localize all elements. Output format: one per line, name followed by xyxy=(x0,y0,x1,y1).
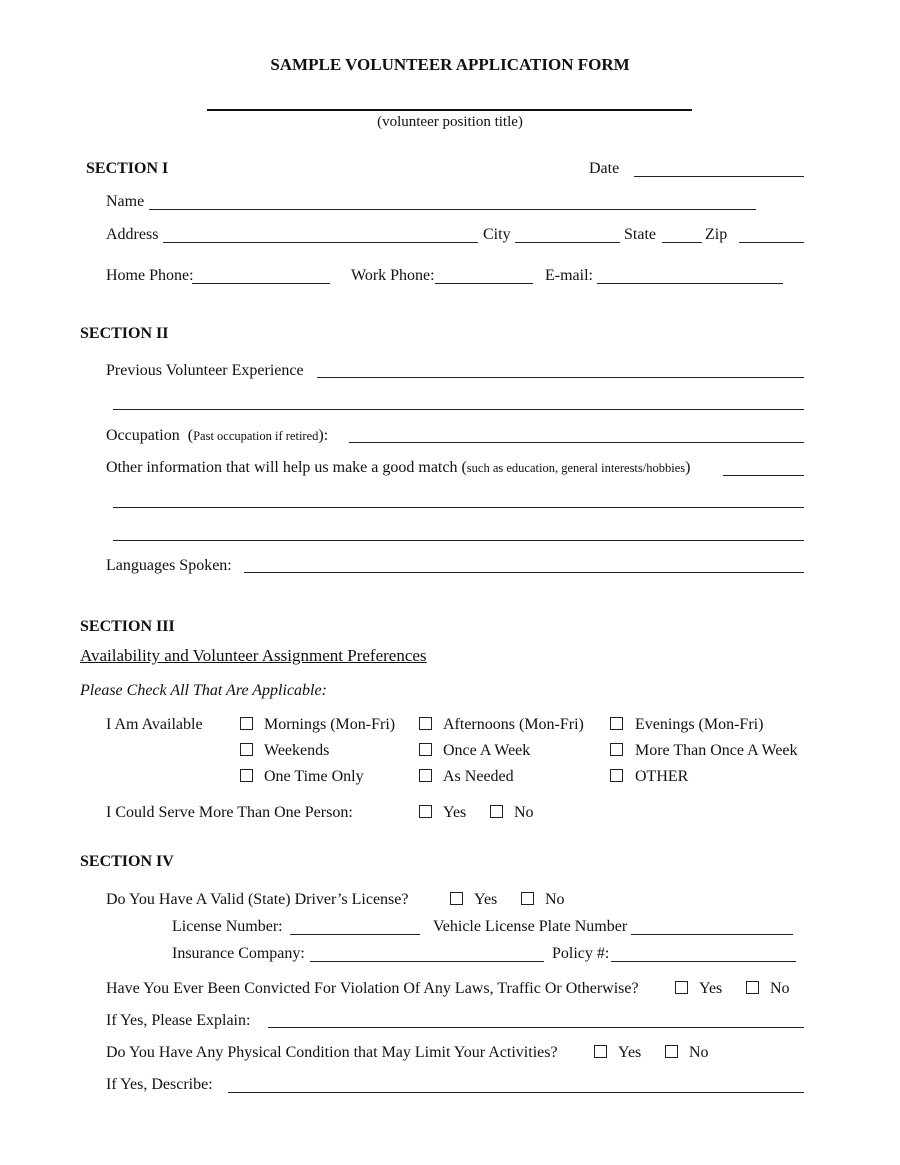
prev-experience-label: Previous Volunteer Experience xyxy=(106,362,304,379)
section-1-heading: SECTION I xyxy=(86,160,169,177)
zip-field[interactable] xyxy=(739,242,804,243)
license-number-field[interactable] xyxy=(290,934,420,935)
name-label: Name xyxy=(106,193,145,210)
date-label: Date xyxy=(589,160,620,177)
physical-yes-label: Yes xyxy=(618,1044,642,1061)
physical-no-label: No xyxy=(689,1044,709,1061)
insurance-label: Insurance Company: xyxy=(172,945,305,962)
languages-label: Languages Spoken: xyxy=(106,557,232,574)
work-phone-field[interactable] xyxy=(435,283,533,284)
more-than-one-yes-label: Yes xyxy=(443,804,467,821)
check-instruction: Please Check All That Are Applicable: xyxy=(80,682,327,699)
other-info-field-2[interactable] xyxy=(113,507,804,508)
date-field[interactable] xyxy=(634,176,804,177)
checkbox-license-yes[interactable] xyxy=(450,892,463,905)
other-info-text: Other information that will help us make… xyxy=(106,459,467,476)
checkbox-afternoons[interactable] xyxy=(419,717,432,730)
other-info-field-3[interactable] xyxy=(113,540,804,541)
checkbox-one-time-only[interactable] xyxy=(240,769,253,782)
section-3-heading: SECTION III xyxy=(80,618,175,635)
occupation-note-close: ): xyxy=(318,427,329,444)
checkbox-mornings[interactable] xyxy=(240,717,253,730)
languages-field[interactable] xyxy=(244,572,804,573)
city-label: City xyxy=(483,226,511,243)
describe-field[interactable] xyxy=(228,1092,804,1093)
position-title-caption: (volunteer position title) xyxy=(377,114,523,130)
other-info-close: ) xyxy=(685,459,691,476)
city-field[interactable] xyxy=(515,242,620,243)
checkbox-physical-yes[interactable] xyxy=(594,1045,607,1058)
prev-experience-field[interactable] xyxy=(317,377,804,378)
other-info-label: Other information that will help us make… xyxy=(106,459,690,477)
checkbox-more-than-one-no[interactable] xyxy=(490,805,503,818)
convicted-yes-label: Yes xyxy=(699,980,723,997)
option-evenings: Evenings (Mon-Fri) xyxy=(635,716,764,733)
option-weekends: Weekends xyxy=(264,742,330,759)
convicted-question: Have You Ever Been Convicted For Violati… xyxy=(106,980,639,997)
occupation-label: Occupation (Past occupation if retired): xyxy=(106,427,328,445)
license-no-label: No xyxy=(545,891,565,908)
checkbox-license-no[interactable] xyxy=(521,892,534,905)
checkbox-physical-no[interactable] xyxy=(665,1045,678,1058)
state-label: State xyxy=(624,226,656,243)
checkbox-weekends[interactable] xyxy=(240,743,253,756)
more-than-one-no-label: No xyxy=(514,804,534,821)
address-field[interactable] xyxy=(163,242,478,243)
insurance-field[interactable] xyxy=(310,961,544,962)
option-once-a-week: Once A Week xyxy=(443,742,531,759)
explain-field[interactable] xyxy=(268,1027,804,1028)
available-label: I Am Available xyxy=(106,716,203,733)
physical-question: Do You Have Any Physical Condition that … xyxy=(106,1044,558,1061)
email-label: E-mail: xyxy=(545,267,593,284)
checkbox-other[interactable] xyxy=(610,769,623,782)
other-info-note: such as education, general interests/hob… xyxy=(466,461,686,475)
address-label: Address xyxy=(106,226,159,243)
plate-label: Vehicle License Plate Number xyxy=(433,918,628,935)
prev-experience-field-2[interactable] xyxy=(113,409,804,410)
section-4-heading: SECTION IV xyxy=(80,853,174,870)
option-mornings: Mornings (Mon-Fri) xyxy=(264,716,396,733)
form-title: SAMPLE VOLUNTEER APPLICATION FORM xyxy=(270,55,630,74)
option-as-needed: As Needed xyxy=(443,768,514,785)
policy-field[interactable] xyxy=(611,961,796,962)
position-title-field[interactable] xyxy=(207,109,692,111)
explain-label: If Yes, Please Explain: xyxy=(106,1012,251,1029)
option-one-time-only: One Time Only xyxy=(264,768,364,785)
occupation-text: Occupation xyxy=(106,427,180,444)
option-other: OTHER xyxy=(635,768,689,785)
checkbox-as-needed[interactable] xyxy=(419,769,432,782)
policy-label: Policy #: xyxy=(552,945,610,962)
state-field[interactable] xyxy=(662,242,702,243)
license-question: Do You Have A Valid (State) Driver’s Lic… xyxy=(106,891,409,908)
occupation-field[interactable] xyxy=(349,442,804,443)
checkbox-once-a-week[interactable] xyxy=(419,743,432,756)
checkbox-convicted-no[interactable] xyxy=(746,981,759,994)
convicted-no-label: No xyxy=(770,980,790,997)
option-afternoons: Afternoons (Mon-Fri) xyxy=(443,716,584,733)
email-field[interactable] xyxy=(597,283,783,284)
work-phone-label: Work Phone: xyxy=(351,267,435,284)
name-field[interactable] xyxy=(149,209,756,210)
license-number-label: License Number: xyxy=(172,918,283,935)
checkbox-evenings[interactable] xyxy=(610,717,623,730)
more-than-one-label: I Could Serve More Than One Person: xyxy=(106,804,353,821)
license-yes-label: Yes xyxy=(474,891,498,908)
checkbox-more-than-once-a-week[interactable] xyxy=(610,743,623,756)
section-3-subheading: Availability and Volunteer Assignment Pr… xyxy=(80,646,427,665)
option-more-than-once-a-week: More Than Once A Week xyxy=(635,742,798,759)
plate-field[interactable] xyxy=(631,934,793,935)
section-2-heading: SECTION II xyxy=(80,325,169,342)
home-phone-label: Home Phone: xyxy=(106,267,194,284)
zip-label: Zip xyxy=(705,226,728,243)
describe-label: If Yes, Describe: xyxy=(106,1076,213,1093)
occupation-note: Past occupation if retired xyxy=(193,429,319,443)
other-info-field[interactable] xyxy=(723,475,804,476)
checkbox-more-than-one-yes[interactable] xyxy=(419,805,432,818)
home-phone-field[interactable] xyxy=(192,283,330,284)
checkbox-convicted-yes[interactable] xyxy=(675,981,688,994)
